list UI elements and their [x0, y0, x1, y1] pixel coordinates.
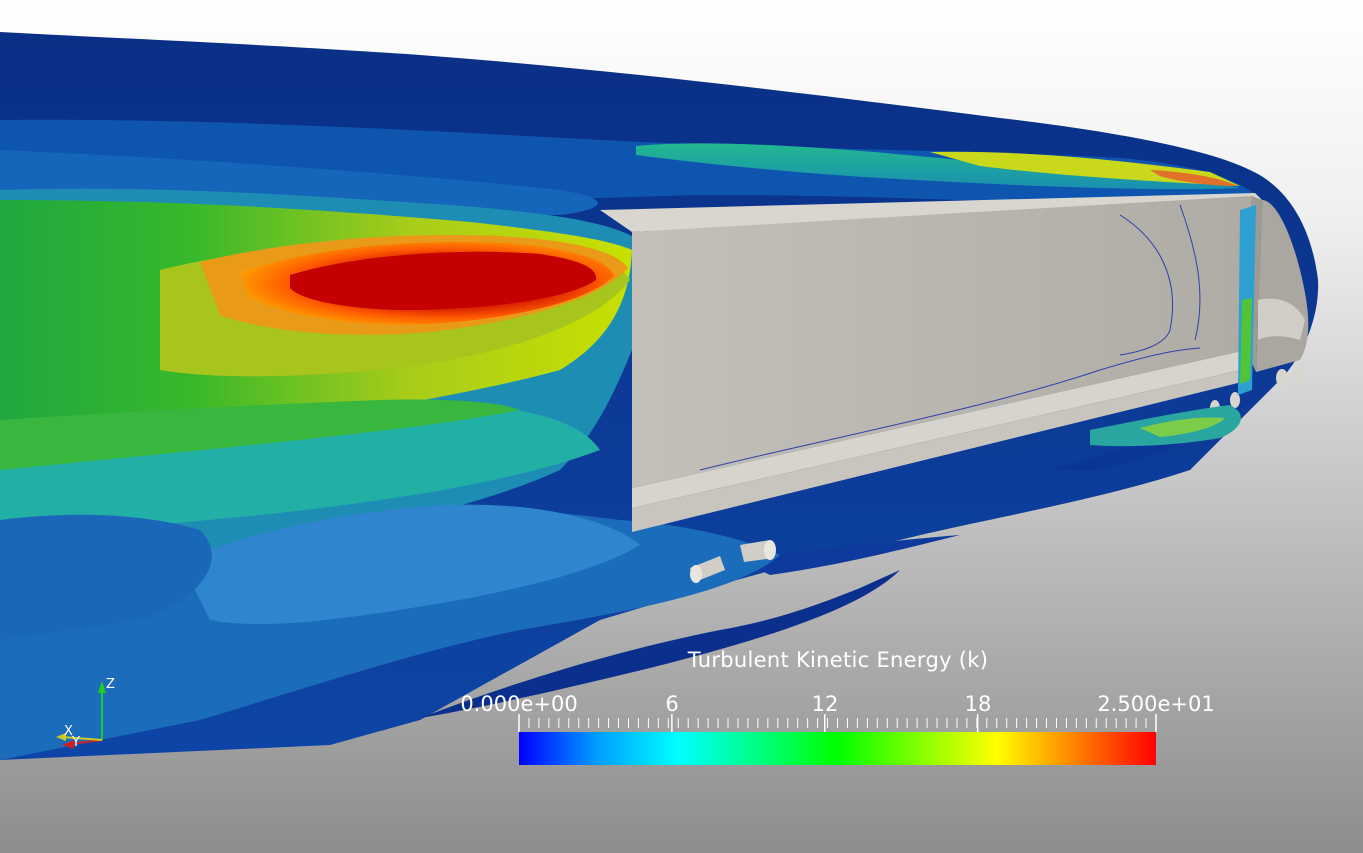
colorbar-label-max: 2.500e+01: [1097, 692, 1215, 716]
colorbar: [519, 732, 1156, 765]
wheel: [1276, 369, 1288, 387]
wheel: [1295, 366, 1305, 382]
exhaust-pipe-end: [690, 565, 702, 583]
z-axis-label: Z: [106, 677, 115, 692]
colorbar-label-12: 12: [811, 692, 839, 716]
colorbar-label-18: 18: [964, 692, 992, 716]
colorbar-label-min: 0.000e+00: [460, 692, 578, 716]
cfd-render-scene: [0, 0, 1363, 853]
y-axis-label: Y: [72, 735, 80, 750]
colorbar-title: Turbulent Kinetic Energy (k): [687, 648, 989, 672]
render-viewport[interactable]: Z X Y Turbulent Kinetic Energy (k) 0.000…: [0, 0, 1363, 853]
colorbar-label-6: 6: [665, 692, 679, 716]
exhaust-pipe-end: [764, 540, 776, 560]
cab-edge-flow-green: [1240, 298, 1252, 384]
